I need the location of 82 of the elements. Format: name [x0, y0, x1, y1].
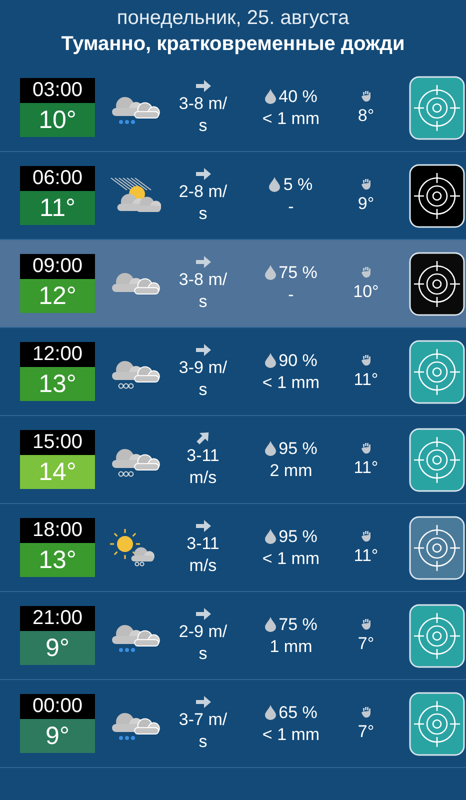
hand-icon [360, 618, 372, 630]
radar-icon[interactable] [409, 340, 465, 404]
time-label: 21:00 [20, 606, 95, 631]
drop-icon [264, 441, 276, 456]
forecast-row[interactable]: 03:00 10° 3-8 m/ s 40 % < 1 mm 8° [0, 64, 466, 152]
radar-icon[interactable] [409, 252, 465, 316]
hand-icon [360, 178, 372, 190]
wind-speed: 2-8 m/ s [178, 180, 228, 224]
hand-icon [360, 266, 372, 278]
precipitation-chance: 5 % [283, 174, 313, 196]
drop-icon [264, 89, 276, 104]
feels-like-temperature: 11° [354, 458, 378, 478]
wind-speed: 3-11 m/s [186, 444, 220, 488]
precipitation-chance: 65 % [278, 702, 318, 724]
time-label: 09:00 [20, 254, 95, 279]
wind-speed: 3-8 m/ s [178, 92, 228, 136]
precipitation-amount: < 1 mm [262, 548, 320, 570]
drop-icon [264, 705, 276, 720]
radar-icon[interactable] [409, 164, 465, 228]
forecast-row[interactable]: 15:00 14° 3-11 m/s 95 % 2 mm 11° [0, 416, 466, 504]
wind-speed: 3-8 m/ s [178, 268, 228, 312]
radar-icon[interactable] [409, 692, 465, 756]
precipitation-chance: 95 % [278, 526, 318, 548]
precipitation-chance: 75 % [278, 262, 318, 284]
drop-icon [269, 177, 280, 192]
precipitation-amount: 1 mm [270, 636, 312, 658]
feels-like-temperature: 11° [354, 370, 378, 390]
hand-icon [360, 354, 372, 366]
temperature: 12° [20, 279, 95, 313]
radar-icon[interactable] [409, 604, 465, 668]
time-label: 18:00 [20, 518, 95, 543]
drop-icon [264, 617, 276, 632]
temperature: 11° [20, 191, 95, 225]
precipitation-amount: < 1 mm [262, 724, 320, 746]
feels-like-temperature: 7° [358, 722, 374, 742]
temperature: 10° [20, 103, 95, 137]
temperature: 13° [20, 367, 95, 401]
hand-icon [360, 530, 372, 542]
weather-summary: Туманно, кратковременные дожди [60, 32, 406, 57]
temperature: 9° [20, 631, 95, 665]
time-label: 00:00 [20, 694, 95, 719]
forecast-row[interactable]: 21:00 9° 2-9 m/ s 75 % 1 mm 7° [0, 592, 466, 680]
feels-like-temperature: 8° [358, 106, 374, 126]
radar-icon[interactable] [409, 76, 465, 140]
forecast-row[interactable]: 09:00 12° 3-8 m/ s 75 % - 10° [0, 240, 466, 328]
radar-icon[interactable] [409, 428, 465, 492]
temperature: 14° [20, 455, 95, 489]
hand-icon [360, 442, 372, 454]
temperature: 13° [20, 543, 95, 577]
forecast-row[interactable]: 12:00 13° 3-9 m/ s 90 % < 1 mm 11° [0, 328, 466, 416]
precipitation-chance: 95 % [278, 438, 318, 460]
precipitation-amount: - [288, 284, 294, 306]
drop-icon [264, 529, 276, 544]
feels-like-temperature: 11° [354, 546, 378, 566]
precipitation-chance: 40 % [278, 86, 318, 108]
time-label: 12:00 [20, 342, 95, 367]
precipitation-chance: 75 % [278, 614, 318, 636]
forecast-row[interactable]: 06:00 11° 2-8 m/ s 5 % - 9° [0, 152, 466, 240]
time-label: 06:00 [20, 166, 95, 191]
date-title: понедельник, 25. августа [116, 6, 350, 30]
precipitation-chance: 90 % [278, 350, 318, 372]
wind-speed: 3-9 m/ s [178, 356, 228, 400]
hand-icon [360, 90, 372, 102]
forecast-row[interactable]: 00:00 9° 3-7 m/ s 65 % < 1 mm 7° [0, 680, 466, 768]
wind-speed: 2-9 m/ s [178, 620, 228, 664]
hand-icon [360, 706, 372, 718]
time-label: 15:00 [20, 430, 95, 455]
feels-like-temperature: 10° [353, 282, 379, 302]
wind-speed: 3-11 m/s [186, 532, 220, 576]
precipitation-amount: 2 mm [270, 460, 312, 482]
forecast-row[interactable]: 18:00 13° 3-11 m/s 95 % < 1 mm 11° [0, 504, 466, 592]
precipitation-amount: < 1 mm [262, 372, 320, 394]
precipitation-amount: - [288, 196, 294, 218]
feels-like-temperature: 7° [358, 634, 374, 654]
time-label: 03:00 [20, 78, 95, 103]
feels-like-temperature: 9° [358, 194, 374, 214]
drop-icon [264, 265, 276, 280]
wind-speed: 3-7 m/ s [178, 708, 228, 752]
drop-icon [264, 353, 276, 368]
radar-icon[interactable] [409, 516, 465, 580]
precipitation-amount: < 1 mm [262, 108, 320, 130]
temperature: 9° [20, 719, 95, 753]
